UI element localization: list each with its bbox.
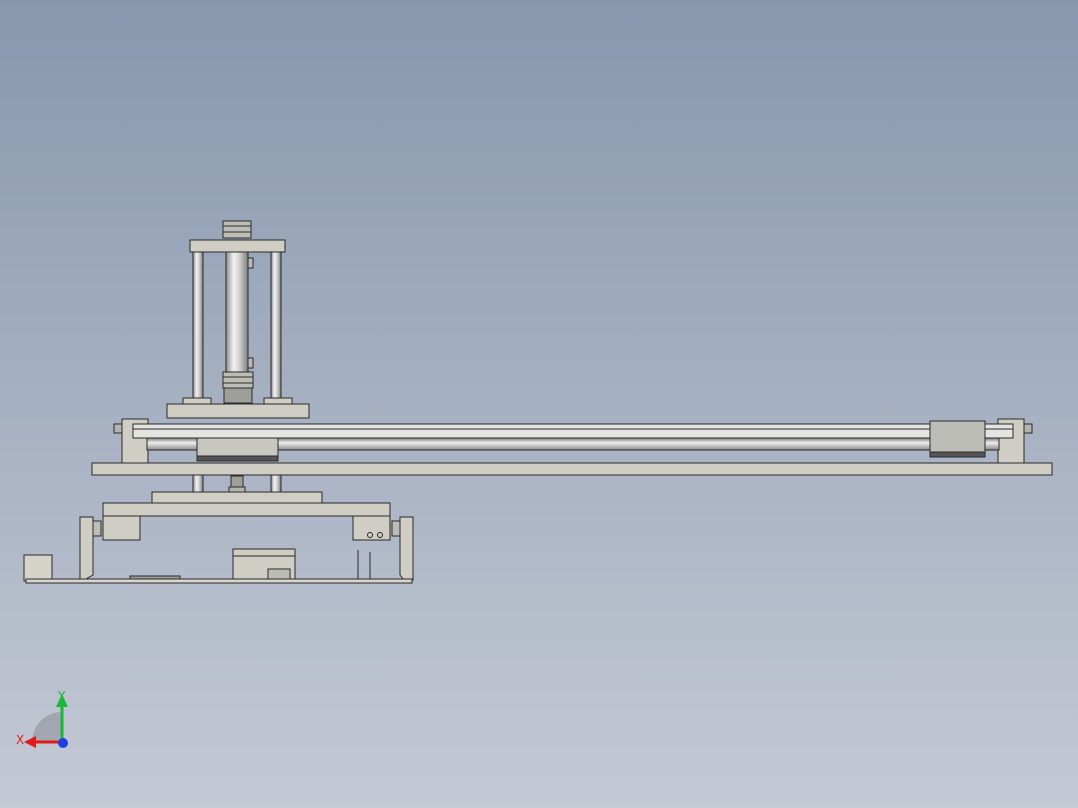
gripper-jaw-left [79, 516, 94, 581]
graphics-viewport[interactable]: X Y [0, 0, 1078, 808]
triad-plane [32, 712, 62, 742]
gripper-assembly [23, 474, 414, 584]
base-plate [91, 462, 1053, 476]
coordinate-triad: X Y [10, 680, 90, 760]
y-axis-label: Y [57, 689, 66, 703]
x-axis-arrowhead [24, 736, 36, 748]
lifting-assembly [166, 220, 310, 419]
guide-rod-right [270, 251, 282, 405]
linear-module [91, 418, 1053, 476]
cad-model-front-view[interactable] [0, 0, 1078, 808]
carriage-plate [166, 403, 310, 419]
guide-rod-left [192, 251, 204, 405]
tray-base [25, 578, 413, 584]
cylinder-collar [222, 371, 254, 389]
z-axis-dot [58, 738, 68, 748]
rail-upper [132, 423, 1014, 439]
slider-block [196, 437, 279, 457]
gripper-plate [102, 502, 391, 517]
top-nut [222, 220, 252, 239]
gripper-block-left [102, 515, 141, 541]
cylinder-body [225, 251, 249, 373]
lower-plate [151, 491, 323, 504]
top-plate [189, 239, 286, 253]
x-axis-label: X [16, 733, 24, 747]
gripper-jaw-right [399, 516, 414, 581]
